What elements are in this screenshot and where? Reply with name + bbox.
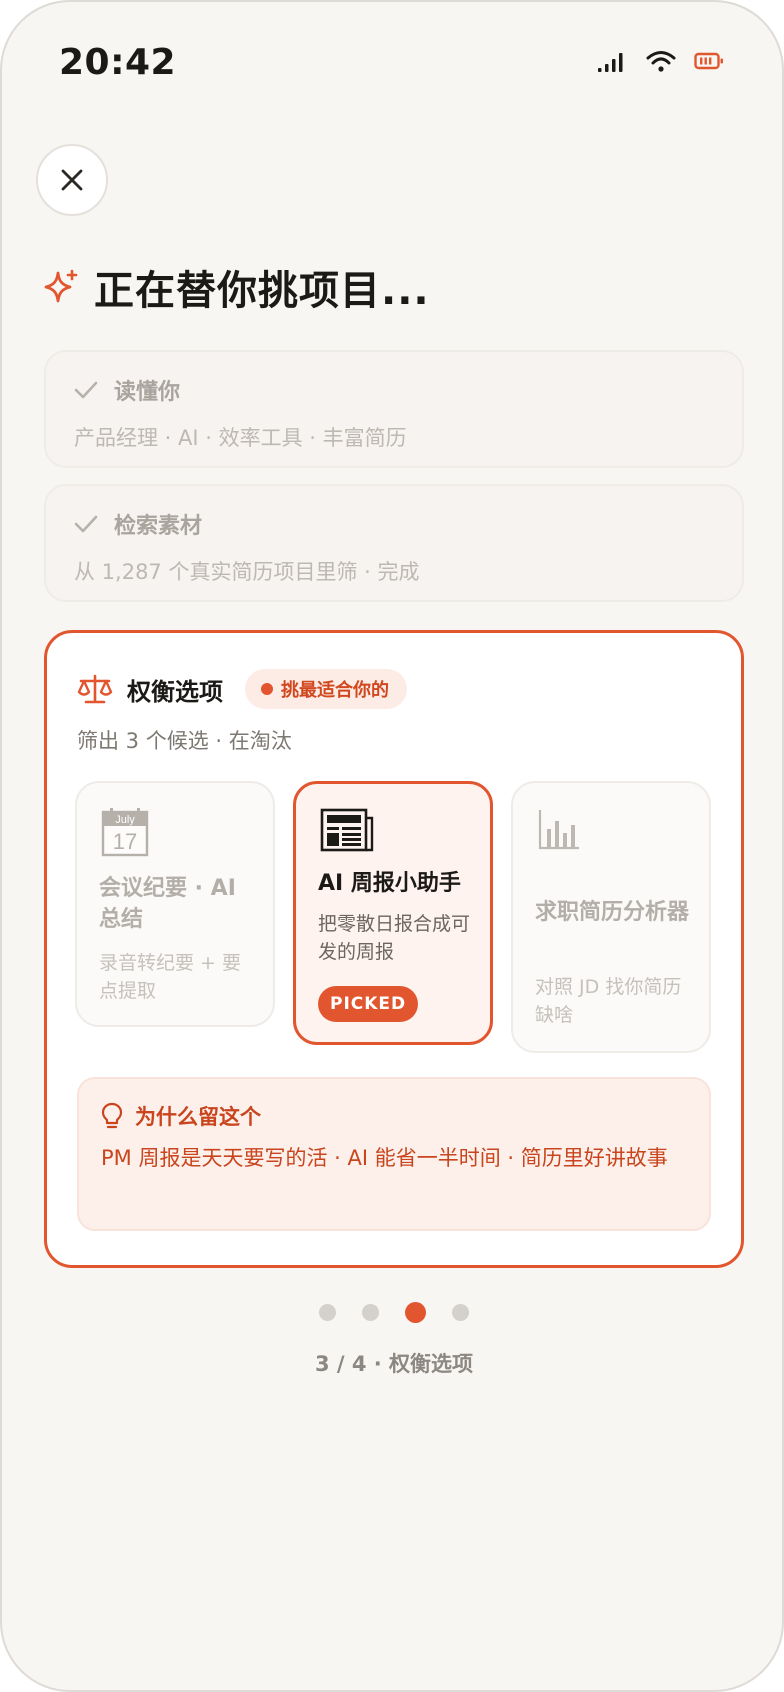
page-dot-active[interactable] — [405, 1302, 426, 1323]
step-card-understand: 读懂你 产品经理 · AI · 效率工具 · 丰富简历 — [44, 350, 744, 468]
phone-screen: 20:42 正在替你挑项目... 读懂你 产品经理 · AI · 效率工具 · … — [0, 0, 784, 1692]
close-button[interactable] — [36, 144, 108, 216]
calendar-icon: July 17 — [101, 807, 149, 861]
check-icon — [74, 515, 98, 533]
page-dot[interactable] — [452, 1304, 469, 1321]
option-desc: 把零散日报合成可发的周报 — [318, 913, 471, 963]
signal-icon — [598, 53, 623, 72]
newspaper-icon — [320, 808, 374, 858]
weigh-options-panel: 权衡选项 挑最适合你的 筛出 3 个候选 · 在淘汰 July 17 会议纪要 … — [44, 630, 744, 1268]
battery-icon — [694, 52, 723, 70]
badge-label: 挑最适合你的 — [281, 680, 389, 701]
sparkle-icon — [44, 269, 78, 303]
option-title: 求职简历分析器 — [535, 900, 690, 925]
status-time: 20:42 — [59, 42, 177, 83]
step-title: 检索素材 — [114, 514, 203, 539]
check-icon — [74, 381, 98, 399]
step-subtitle: 产品经理 · AI · 效率工具 · 丰富简历 — [74, 426, 407, 450]
page-dot[interactable] — [319, 1304, 336, 1321]
page-dot[interactable] — [362, 1304, 379, 1321]
close-icon — [61, 169, 83, 191]
step-title: 读懂你 — [114, 380, 181, 405]
step-card-search: 检索素材 从 1,287 个真实简历项目里筛 · 完成 — [44, 484, 744, 602]
page-title: 正在替你挑项目... — [94, 268, 430, 314]
lightbulb-icon — [101, 1102, 123, 1129]
balance-scale-icon — [77, 674, 113, 704]
panel-subtitle: 筛出 3 个候选 · 在淘汰 — [77, 729, 292, 753]
panel-title: 权衡选项 — [127, 677, 223, 706]
option-card-meeting-notes[interactable]: July 17 会议纪要 · AI 总结 录音转纪要 + 要点提取 — [75, 781, 275, 1027]
bar-chart-icon — [537, 807, 581, 855]
option-card-weekly-report[interactable]: AI 周报小助手 把零散日报合成可发的周报 PICKED — [293, 781, 493, 1045]
status-icons — [598, 50, 724, 72]
option-desc: 录音转纪要 + 要点提取 — [99, 952, 241, 1002]
option-card-resume-analyzer[interactable]: 求职简历分析器 对照 JD 找你简历缺啥 — [511, 781, 711, 1053]
pagination-dots — [2, 1302, 782, 1323]
why-title: 为什么留这个 — [135, 1105, 261, 1129]
calendar-month: July — [115, 814, 135, 826]
step-subtitle: 从 1,287 个真实简历项目里筛 · 完成 — [74, 560, 420, 584]
status-badge: 挑最适合你的 — [245, 669, 407, 709]
why-text: PM 周报是天天要写的活 · AI 能省一半时间 · 简历里好讲故事 — [101, 1146, 668, 1170]
wifi-icon — [646, 51, 676, 72]
why-box: 为什么留这个 PM 周报是天天要写的活 · AI 能省一半时间 · 简历里好讲故… — [77, 1077, 711, 1231]
option-title: AI 周报小助手 — [318, 871, 461, 896]
calendar-day: 17 — [113, 829, 137, 854]
picked-badge: PICKED — [318, 986, 419, 1022]
pagination-label: 3 / 4 · 权衡选项 — [314, 1352, 474, 1376]
option-title: 会议纪要 · AI 总结 — [99, 876, 236, 932]
page-heading: 正在替你挑项目... — [44, 258, 430, 316]
badge-dot — [261, 683, 273, 695]
option-desc: 对照 JD 找你简历缺啥 — [535, 976, 682, 1026]
